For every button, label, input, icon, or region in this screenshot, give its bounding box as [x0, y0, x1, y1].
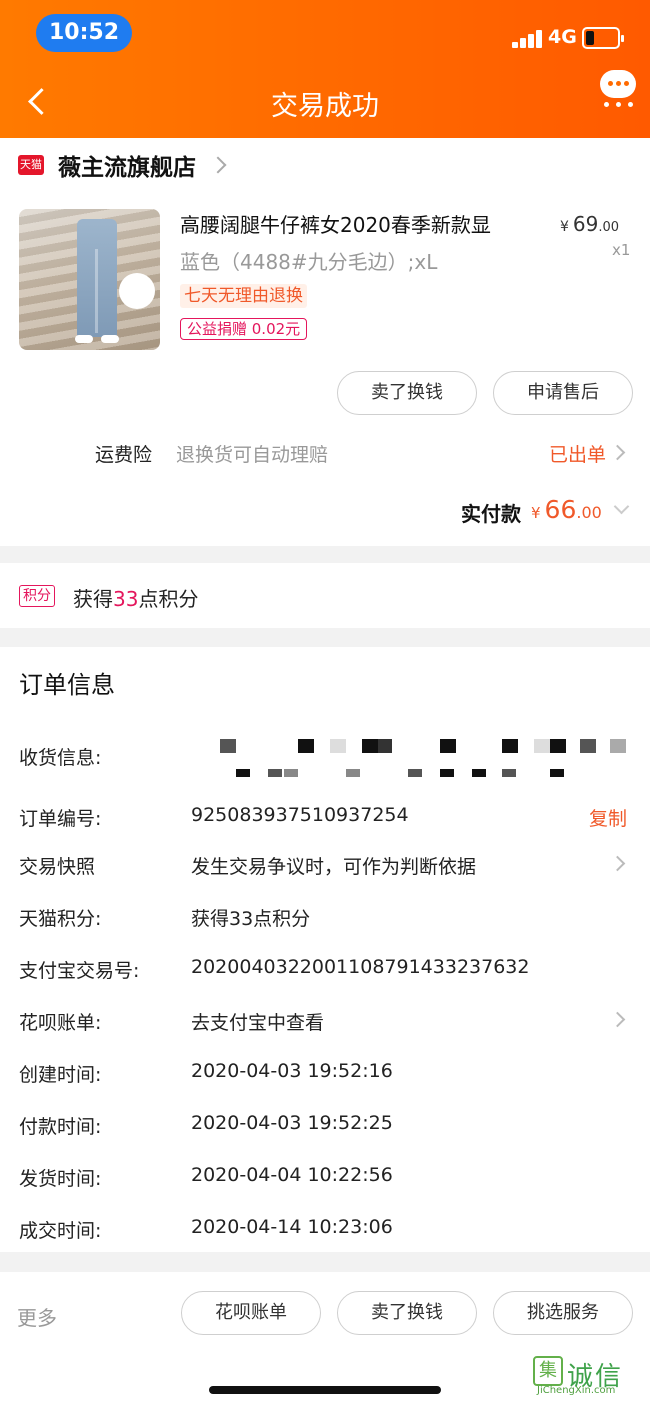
chevron-right-icon — [609, 444, 626, 461]
shipping-insurance-label: 运费险 — [95, 444, 153, 466]
battery-icon — [582, 27, 624, 49]
status-bar: 10:52 4G — [0, 0, 650, 64]
paid-amount-label: 实付款 — [461, 502, 521, 526]
home-indicator[interactable] — [209, 1386, 441, 1394]
info-label: 付款时间: — [19, 1116, 102, 1138]
huabei-bill-button[interactable]: 花呗账单 — [181, 1291, 321, 1335]
status-time: 10:52 — [36, 14, 132, 52]
store-link[interactable]: 天猫 薇主流旗舰店 — [18, 150, 227, 181]
shipping-insurance-status[interactable]: 已出单 — [549, 440, 606, 467]
charity-tag: 公益捐赠 0.02元 — [180, 318, 308, 340]
product-image[interactable] — [19, 209, 160, 350]
store-name: 薇主流旗舰店 — [58, 155, 196, 181]
product-title[interactable]: 高腰阔腿牛仔裤女2020春季新款显 — [180, 209, 540, 238]
product-price: ¥69.00 — [560, 212, 620, 236]
snapshot-row[interactable]: 交易快照 发生交易争议时，可作为判断依据 — [0, 848, 650, 882]
order-number-row: 订单编号: 925083937510937254 复制 — [0, 800, 650, 834]
tmall-points-value: 获得33点积分 — [191, 908, 311, 930]
after-sales-button[interactable]: 申请售后 — [493, 371, 633, 415]
shipped-time-value: 2020-04-04 10:22:56 — [191, 1164, 393, 1186]
completed-time-row: 成交时间: 2020-04-14 10:23:06 — [0, 1212, 650, 1246]
info-label: 订单编号: — [19, 808, 102, 830]
info-label: 花呗账单: — [19, 1012, 102, 1034]
info-label: 支付宝交易号: — [19, 960, 140, 982]
paid-amount: ¥66.00 — [531, 495, 602, 524]
product-quantity: x1 — [612, 241, 631, 259]
chevron-right-icon — [209, 156, 227, 174]
product-sku: 蓝色（4488#九分毛边）;xL — [180, 250, 438, 274]
completed-time-value: 2020-04-14 10:23:06 — [191, 1216, 393, 1238]
info-label: 成交时间: — [19, 1220, 102, 1242]
bottom-action-bar: 更多 花呗账单 卖了换钱 挑选服务 集 诚信 JiChengXin.com — [0, 1272, 650, 1406]
network-label: 4G — [548, 26, 577, 48]
order-number-value: 925083937510937254 — [191, 804, 409, 826]
more-dots-icon — [600, 102, 636, 108]
tmall-icon: 天猫 — [18, 155, 44, 175]
header-bar: 10:52 4G 交易成功 — [0, 0, 650, 138]
huabei-bill-value: 去支付宝中查看 — [191, 1012, 325, 1034]
tmall-points-row: 天猫积分: 获得33点积分 — [0, 900, 650, 934]
created-time-row: 创建时间: 2020-04-03 19:52:16 — [0, 1056, 650, 1090]
paid-time-value: 2020-04-03 19:52:25 — [191, 1112, 393, 1134]
more-actions-button[interactable]: 更多 — [17, 1302, 57, 1331]
signal-icon — [512, 28, 546, 48]
info-label: 创建时间: — [19, 1064, 102, 1086]
redacted-address — [190, 733, 640, 781]
alipay-trade-row: 支付宝交易号: 2020040322001108791433237632 — [0, 952, 650, 986]
pick-service-button[interactable]: 挑选服务 — [493, 1291, 633, 1335]
paid-time-row: 付款时间: 2020-04-03 19:52:25 — [0, 1108, 650, 1142]
chevron-down-icon[interactable] — [613, 498, 630, 515]
sell-for-cash-button[interactable]: 卖了换钱 — [337, 1291, 477, 1335]
sell-for-cash-button[interactable]: 卖了换钱 — [337, 371, 477, 415]
points-text: 获得33点积分 — [73, 587, 199, 611]
chat-bubble-icon — [600, 70, 636, 98]
points-badge: 积分 — [19, 585, 55, 607]
shipped-time-row: 发货时间: 2020-04-04 10:22:56 — [0, 1160, 650, 1194]
page-title: 交易成功 — [271, 91, 379, 122]
info-label: 发货时间: — [19, 1168, 102, 1190]
info-label: 天猫积分: — [19, 908, 102, 930]
snapshot-value: 发生交易争议时，可作为判断依据 — [191, 856, 477, 878]
order-info-title: 订单信息 — [19, 671, 115, 699]
created-time-value: 2020-04-03 19:52:16 — [191, 1060, 393, 1082]
order-item-card: 天猫 薇主流旗舰店 高腰阔腿牛仔裤女2020春季新款显 ¥69.00 蓝色（44… — [0, 138, 650, 546]
more-menu-button[interactable] — [598, 68, 640, 110]
info-label: 交易快照 — [19, 856, 96, 878]
info-label: 收货信息: — [19, 747, 102, 769]
return-policy-tag: 七天无理由退换 — [180, 284, 307, 308]
copy-order-number-button[interactable]: 复制 — [589, 804, 627, 831]
huabei-bill-row[interactable]: 花呗账单: 去支付宝中查看 — [0, 1004, 650, 1038]
chevron-right-icon — [609, 855, 626, 872]
shipping-insurance-desc: 退换货可自动理赔 — [176, 444, 329, 466]
order-info-card: 订单信息 收货信息: 订单编号: 925083937510937254 复制 交… — [0, 647, 650, 1252]
points-card: 积分 获得33点积分 — [0, 563, 650, 628]
alipay-trade-number: 2020040322001108791433237632 — [191, 956, 530, 978]
chevron-right-icon — [609, 1011, 626, 1028]
watermark-logo: 集 诚信 JiChengXin.com — [533, 1356, 647, 1396]
